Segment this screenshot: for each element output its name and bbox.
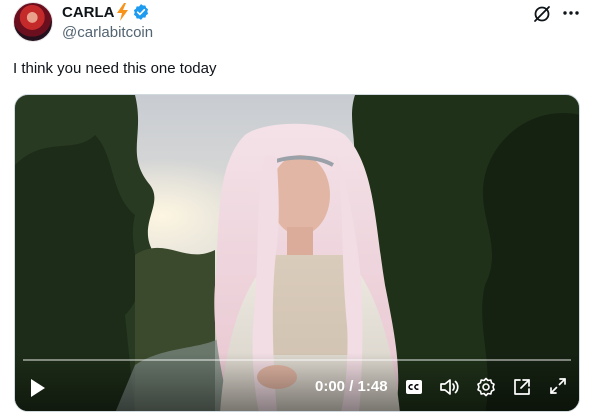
avatar[interactable] xyxy=(13,2,53,42)
verified-icon[interactable] xyxy=(132,3,150,21)
video-player[interactable]: 0:00 / 1:48 xyxy=(14,94,580,412)
display-name[interactable]: CARLA xyxy=(62,4,115,21)
fullscreen-icon[interactable] xyxy=(549,377,567,395)
picture-in-picture-icon[interactable] xyxy=(512,377,532,397)
volume-icon[interactable] xyxy=(439,377,459,397)
video-time: 0:00 / 1:48 xyxy=(315,378,388,395)
author-block: CARLA @carlabitcoin xyxy=(62,2,153,41)
gear-icon[interactable] xyxy=(476,377,496,397)
grok-icon[interactable] xyxy=(532,4,552,24)
cc-icon[interactable] xyxy=(405,379,423,395)
more-icon[interactable] xyxy=(560,2,582,24)
progress-bar[interactable] xyxy=(23,359,571,361)
play-icon[interactable] xyxy=(29,377,47,399)
post-text: I think you need this one today xyxy=(13,60,217,77)
lightning-bolt-icon xyxy=(116,3,128,21)
user-handle[interactable]: @carlabitcoin xyxy=(62,24,153,41)
name-row: CARLA xyxy=(62,2,153,22)
video-controls: 0:00 / 1:48 xyxy=(15,353,579,411)
